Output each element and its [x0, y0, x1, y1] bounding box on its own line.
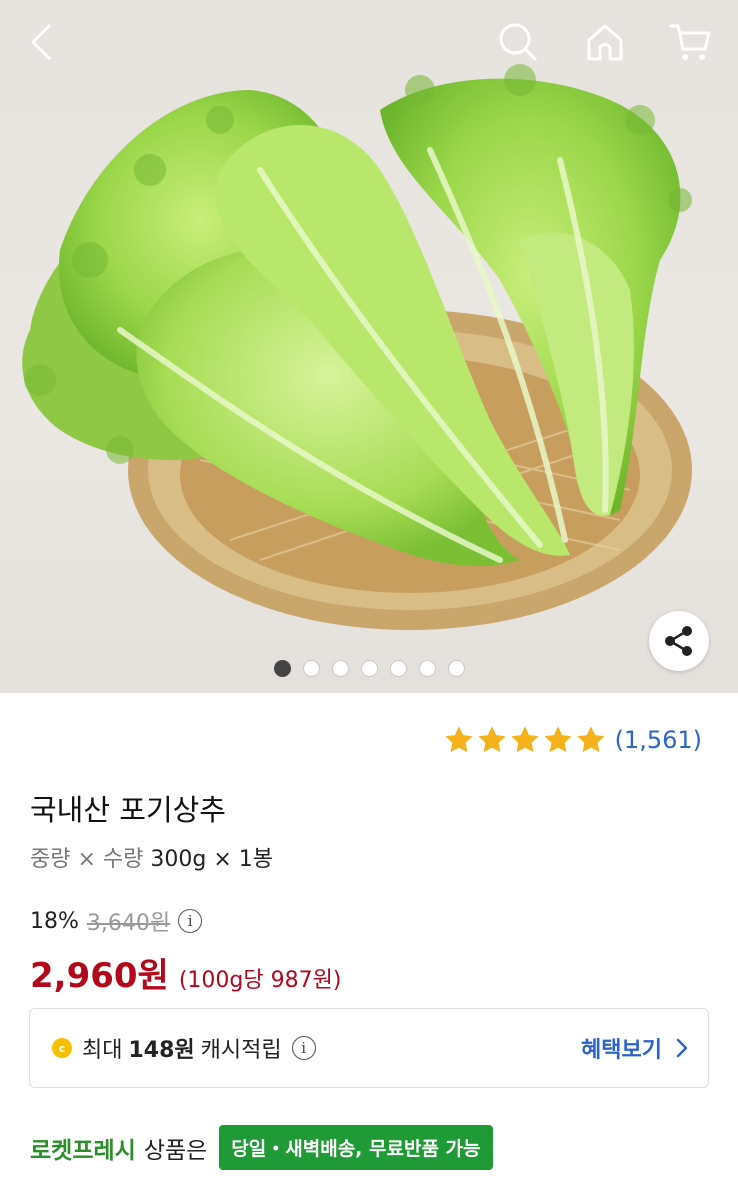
product-image-gallery[interactable] — [0, 0, 738, 693]
product-spec: 중량 × 수량 300g × 1봉 — [30, 841, 273, 873]
pagination-dot[interactable] — [448, 660, 465, 677]
unit-price: (100g당 987원) — [178, 968, 342, 993]
product-title: 국내산 포기상추 — [30, 793, 226, 827]
star-icon — [478, 726, 506, 753]
gallery-pagination-dots — [274, 660, 465, 677]
cashback-suffix: 캐시적립 — [200, 1038, 282, 1063]
rocket-fresh-suffix: 상품은 — [143, 1137, 208, 1164]
sale-price: 2,960원 — [30, 956, 169, 996]
cart-icon — [669, 24, 711, 60]
top-navigation-bar — [0, 0, 738, 86]
chevron-left-icon — [31, 24, 51, 60]
pagination-dot[interactable] — [419, 660, 436, 677]
view-benefits-label: 혜택보기 — [581, 1038, 662, 1063]
star-icon — [511, 726, 539, 753]
pagination-dot[interactable] — [361, 660, 378, 677]
pagination-dot[interactable] — [390, 660, 407, 677]
chevron-right-icon — [676, 1038, 688, 1058]
cart-button[interactable] — [666, 18, 714, 66]
share-icon — [665, 626, 692, 656]
star-icon — [445, 726, 473, 753]
original-price: 3,640원 — [86, 911, 171, 936]
cashback-prefix: 최대 — [82, 1038, 123, 1063]
delivery-badge: 당일・새벽배송, 무료반품 가능 — [219, 1125, 493, 1170]
spec-label: 중량 × 수량 — [30, 847, 144, 872]
search-button[interactable] — [494, 18, 542, 66]
coin-icon: c — [52, 1038, 72, 1058]
cashback-info-icon[interactable]: i — [291, 1036, 316, 1060]
cashback-text: 최대 148원 캐시적립 — [82, 1032, 282, 1064]
view-benefits-link[interactable]: 혜택보기 — [581, 1032, 688, 1064]
star-icon — [544, 726, 572, 753]
home-icon — [587, 24, 623, 61]
search-icon — [499, 23, 537, 61]
home-button[interactable] — [581, 18, 629, 66]
info-icon[interactable]: i — [178, 909, 203, 933]
pagination-dot[interactable] — [303, 660, 320, 677]
rocket-fresh-label: 로켓프레시 — [30, 1137, 136, 1164]
spec-value: 300g × 1봉 — [150, 847, 274, 872]
discount-rate: 18% — [30, 908, 79, 934]
review-count-link[interactable]: (1,561) — [615, 726, 702, 754]
star-rating — [443, 724, 607, 756]
cashback-amount: 148원 — [128, 1038, 195, 1063]
back-button[interactable] — [18, 18, 66, 66]
discount-row: 18% 3,640원 i — [30, 905, 203, 937]
rocket-fresh-info: 로켓프레시 상품은 당일・새벽배송, 무료반품 가능 — [30, 1125, 493, 1170]
cashback-banner[interactable]: c 최대 148원 캐시적립 i 혜택보기 — [29, 1008, 709, 1088]
star-icon — [577, 726, 605, 753]
share-button[interactable] — [649, 611, 709, 671]
rating-summary[interactable]: (1,561) — [443, 724, 702, 756]
price-row: 2,960원 (100g당 987원) — [30, 948, 341, 997]
pagination-dot-active[interactable] — [274, 660, 291, 677]
lettuce-photo — [22, 64, 692, 630]
pagination-dot[interactable] — [332, 660, 349, 677]
